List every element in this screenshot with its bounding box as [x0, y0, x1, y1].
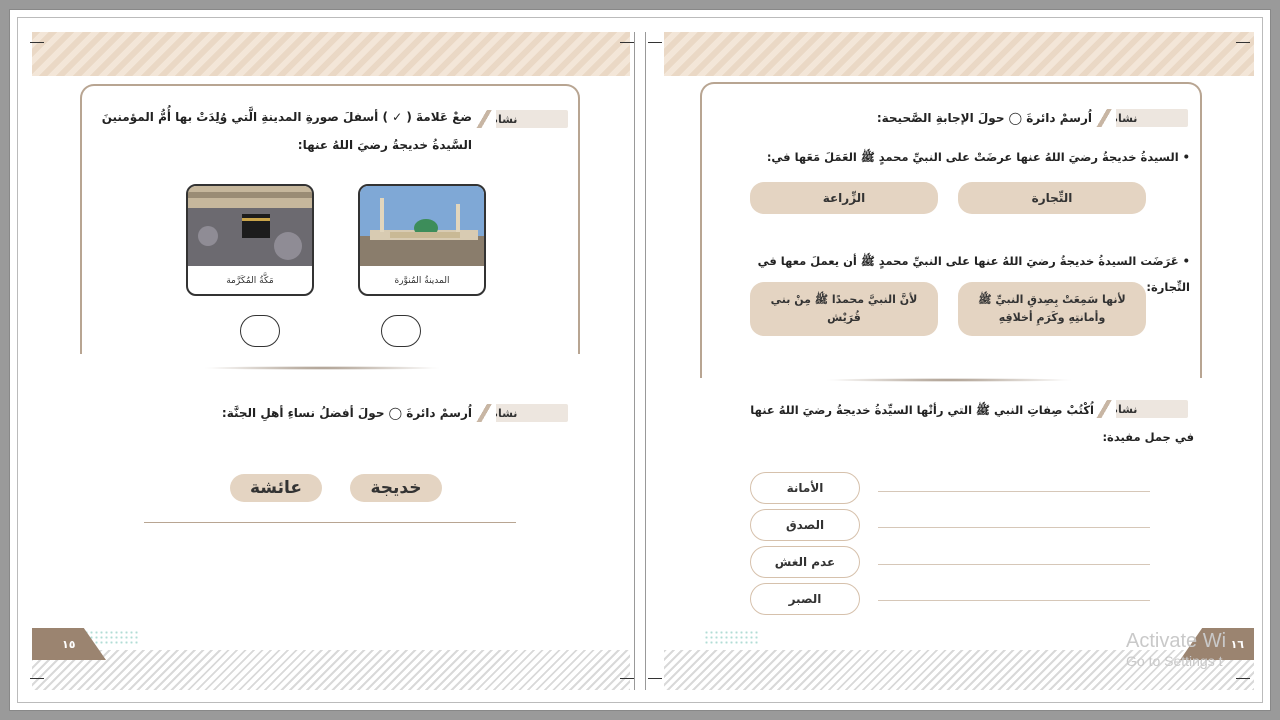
watermark-line2: Go to Settings t [1126, 653, 1223, 669]
bottom-decorative-band [32, 650, 630, 690]
option-trade[interactable]: التِّجارة [958, 182, 1146, 214]
page-15: نشاط ٣ ضعْ عَلامةَ ( ✓ ) أسفلَ صورةِ الم… [32, 32, 630, 690]
option-agriculture[interactable]: الزِّراعة [750, 182, 938, 214]
word-box-no-cheating: عدم الغش [750, 546, 860, 578]
top-decorative-band [664, 32, 1254, 76]
crop-mark [620, 42, 634, 43]
makkah-kaaba-photo [188, 186, 312, 266]
activity5-question1: • السيدةُ خديجةُ رضيَ اللهُ عنها عرضَتْ … [766, 150, 1190, 164]
activity3-instruction-line2: السَّيدةُ خديجةُ رضيَ اللهُ عنها: [297, 138, 472, 152]
crop-mark [30, 678, 44, 679]
section-divider [202, 366, 442, 370]
answer-circle-madinah[interactable] [381, 315, 421, 347]
activity6-instruction-line1: اُكْتُبْ صِفاتِ النبي ﷺ التي رأتْها السي… [750, 403, 1094, 417]
answer-circle-makkah[interactable] [240, 315, 280, 347]
option-quraysh-reason[interactable]: لأنَّ النبيَّ محمدًا ﷺ مِنْ بني قُرَيْش [750, 282, 938, 336]
activity4-instruction: اُرسمْ دائرةَ ◯ حولَ أفضلُ نساءِ أهلِ ال… [221, 406, 472, 420]
image-madinah: المدينةُ المُنوَّرة [358, 184, 486, 296]
crop-mark [620, 678, 634, 679]
crop-mark [1236, 42, 1250, 43]
activity5-instruction: اُرسمْ دائرةَ ◯ حولَ الإجابةِ الصَّحيحة: [876, 111, 1092, 125]
crop-mark [648, 42, 662, 43]
image-makkah-caption: مَكَّةُ المُكَرَّمة [226, 276, 274, 286]
image-madinah-caption: المدينةُ المُنوَّرة [394, 276, 450, 286]
writing-line-2[interactable] [878, 527, 1150, 528]
activity6-instruction-line2: في جمل مفيدة: [1102, 430, 1194, 444]
activity6-badge: نشاط ٦ [1094, 400, 1188, 418]
option-aisha[interactable]: عائشة [230, 474, 322, 502]
writing-line-4[interactable] [878, 600, 1150, 601]
page-16: نشاط ٥ اُرسمْ دائرةَ ◯ حولَ الإجابةِ الص… [664, 32, 1254, 690]
activity3-badge: نشاط ٣ [474, 110, 568, 128]
madinah-mosque-photo [360, 186, 484, 266]
option-honesty-reason[interactable]: لأنها سَمِعَتْ بِصِدقِ النبيِّ ﷺ وأمانتِ… [958, 282, 1146, 336]
section-divider [824, 378, 1074, 382]
option-khadija[interactable]: خديجة [350, 474, 442, 502]
book-spine [634, 32, 646, 690]
activity4-badge: نشاط ٤ [474, 404, 568, 422]
image-makkah: مَكَّةُ المُكَرَّمة [186, 184, 314, 296]
bottom-rule [144, 522, 516, 523]
activate-windows-watermark: Activate Wi Go to Settings t [1126, 630, 1266, 669]
activity3-instruction-line1: ضعْ عَلامةَ ( ✓ ) أسفلَ صورةِ المدينةِ ا… [101, 110, 472, 124]
activity5-badge: نشاط ٥ [1094, 109, 1188, 127]
word-box-sidq: الصدق [750, 509, 860, 541]
crop-mark [648, 678, 662, 679]
watermark-line1: Activate Wi [1126, 630, 1227, 652]
dot-pattern [704, 630, 758, 646]
writing-line-3[interactable] [878, 564, 1150, 565]
word-box-amanah: الأمانة [750, 472, 860, 504]
top-decorative-band [32, 32, 630, 76]
writing-line-1[interactable] [878, 491, 1150, 492]
crop-mark [1236, 678, 1250, 679]
word-box-sabr: الصبر [750, 583, 860, 615]
crop-mark [30, 42, 44, 43]
